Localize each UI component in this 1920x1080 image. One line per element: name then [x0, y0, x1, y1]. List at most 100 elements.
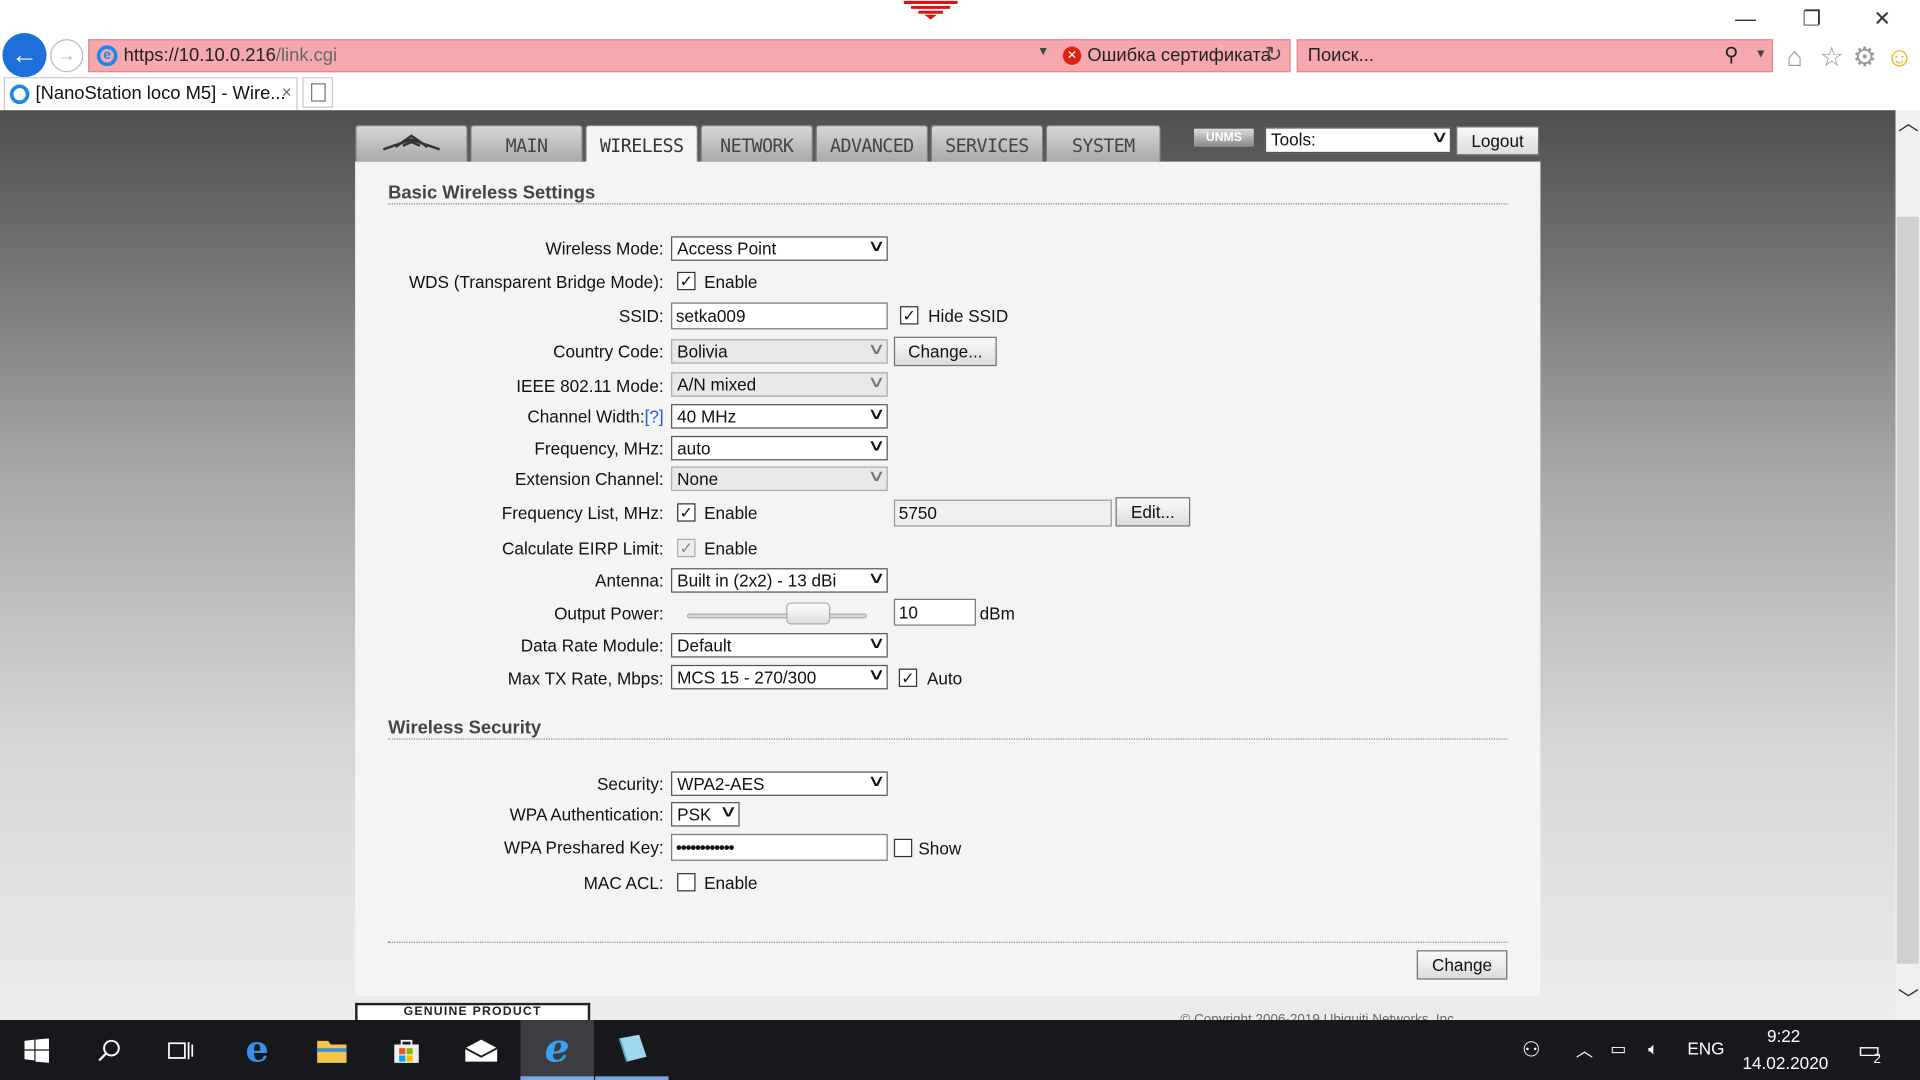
channel-width-text: Channel Width:: [527, 406, 645, 427]
chevron-down-icon: ∨: [1430, 127, 1450, 146]
search-input[interactable]: Поиск... ⚲ ▼: [1296, 39, 1774, 73]
page-footer: GENUINE PRODUCT © Copyright 2006-2019 Ub…: [355, 998, 1580, 1027]
store-app[interactable]: [370, 1020, 443, 1080]
file-explorer-app[interactable]: [295, 1020, 368, 1080]
frequency-list-input[interactable]: 5750: [893, 499, 1112, 527]
wds-label: WDS (Transparent Bridge Mode):: [408, 271, 664, 292]
max-tx-rate-select[interactable]: MCS 15 - 270/300 ∨: [671, 664, 888, 690]
search-icon[interactable]: ⚲: [1724, 43, 1738, 67]
scrollbar[interactable]: ︿ ﹀: [1895, 110, 1920, 1021]
tab-ubnt-logo[interactable]: [355, 124, 468, 162]
data-rate-module-select[interactable]: Default ∨: [671, 633, 888, 658]
hide-ssid-checkbox[interactable]: ✓: [900, 306, 919, 325]
close-icon[interactable]: ✕: [1873, 7, 1890, 31]
clock-date[interactable]: 14.02.2020: [1742, 1053, 1828, 1073]
antenna-label: Antenna:: [595, 570, 664, 591]
edge-app[interactable]: e: [220, 1020, 293, 1080]
security-value: WPA2-AES: [677, 773, 765, 794]
unms-badge[interactable]: UNMS: [1192, 127, 1256, 149]
search-icon: [98, 1039, 120, 1061]
tab-services[interactable]: SERVICES: [930, 124, 1044, 162]
max-tx-auto-checkbox[interactable]: ✓: [898, 668, 918, 687]
minimize-icon[interactable]: —: [1735, 7, 1756, 31]
home-icon[interactable]: ⌂: [1787, 42, 1803, 74]
start-button[interactable]: [0, 1020, 73, 1080]
cert-error-label[interactable]: Ошибка сертификата: [1087, 45, 1271, 66]
frequency-label: Frequency, MHz:: [534, 438, 664, 458]
change-button[interactable]: Change: [1416, 950, 1508, 980]
security-select[interactable]: WPA2-AES ∨: [671, 771, 888, 796]
tools-value: Tools:: [1271, 129, 1316, 150]
antenna-select[interactable]: Built in (2x2) - 13 dBi ∨: [671, 568, 888, 593]
language-indicator[interactable]: ENG: [1687, 1038, 1724, 1058]
internet-explorer-app[interactable]: e: [520, 1020, 594, 1080]
putty-app[interactable]: [595, 1020, 669, 1080]
scrollbar-thumb[interactable]: [1896, 216, 1919, 964]
tab-network[interactable]: NETWORK: [700, 124, 814, 162]
people-icon[interactable]: ⚇: [1522, 1038, 1541, 1062]
divider: [388, 738, 1508, 740]
clock-time[interactable]: 9:22: [1767, 1026, 1800, 1046]
new-tab-button[interactable]: [302, 77, 334, 108]
forward-button[interactable]: →: [50, 39, 84, 73]
volume-icon[interactable]: 🔈︎: [1648, 1038, 1658, 1059]
psk-show-checkbox[interactable]: [893, 838, 913, 858]
wpa-auth-label: WPA Authentication:: [509, 804, 664, 825]
frequency-select[interactable]: auto ∨: [671, 435, 888, 461]
cert-error-icon[interactable]: ✕: [1062, 46, 1082, 65]
chevron-down-icon[interactable]: ▼: [1037, 45, 1049, 58]
browser-tab[interactable]: [NanoStation loco M5] - Wire... ×: [3, 77, 298, 111]
mail-app[interactable]: [444, 1020, 517, 1080]
tools-select[interactable]: Tools: ∨: [1264, 127, 1452, 154]
tab-wireless[interactable]: WIRELESS: [585, 124, 698, 163]
store-icon: [394, 1039, 419, 1063]
chevron-down-icon[interactable]: ▼: [1755, 48, 1767, 61]
address-bar[interactable]: e https://10.10.0.216/link.cgi ▼ ✕ Ошибк…: [88, 39, 1291, 73]
gear-icon[interactable]: ⚙: [1853, 42, 1877, 74]
logout-button[interactable]: Logout: [1455, 126, 1540, 156]
channel-width-label: Channel Width:[?]: [527, 407, 663, 427]
back-button[interactable]: ←: [2, 33, 47, 78]
output-power-slider-track[interactable]: [686, 613, 867, 619]
chevron-up-icon[interactable]: ︿: [1576, 1038, 1593, 1062]
search-button[interactable]: [72, 1020, 145, 1080]
chevron-down-icon: ∨: [867, 568, 887, 587]
ubnt-logo-icon: [382, 134, 440, 151]
ssid-input[interactable]: setka009: [671, 302, 888, 330]
max-tx-auto-label: Auto: [926, 668, 963, 689]
restore-icon[interactable]: ❐: [1802, 7, 1821, 31]
mac-acl-checkbox[interactable]: [677, 873, 696, 892]
wpa-auth-select[interactable]: PSK ∨: [671, 802, 740, 827]
chevron-down-icon: ∨: [867, 339, 887, 358]
frequency-list-checkbox[interactable]: ✓: [677, 503, 696, 522]
chevron-down-icon: ∨: [867, 372, 887, 391]
channel-width-select[interactable]: 40 MHz ∨: [671, 404, 888, 429]
chevron-up-icon[interactable]: ︿: [1898, 105, 1919, 136]
windows-icon: [24, 1037, 49, 1063]
eirp-checkbox: ✓: [677, 538, 696, 558]
settings-panel: Basic Wireless Settings Wireless Mode: A…: [355, 161, 1541, 996]
task-view-icon: [168, 1041, 194, 1059]
country-code-label: Country Code:: [553, 341, 664, 362]
psk-input[interactable]: ••••••••••••: [671, 833, 888, 861]
smiley-icon[interactable]: ☺: [1886, 42, 1914, 74]
folder-icon: [317, 1040, 347, 1063]
channel-width-help-link[interactable]: [?]: [645, 407, 664, 427]
tab-system[interactable]: SYSTEM: [1045, 124, 1161, 162]
tab-main[interactable]: MAIN: [470, 124, 583, 162]
wds-checkbox[interactable]: ✓: [677, 271, 696, 291]
task-view-button[interactable]: [144, 1020, 217, 1080]
favorites-star-icon[interactable]: ☆: [1820, 42, 1844, 74]
tab-advanced[interactable]: ADVANCED: [815, 124, 929, 162]
url-path: /link.cgi: [275, 45, 338, 67]
refresh-icon[interactable]: ↻: [1265, 43, 1282, 67]
chevron-down-icon: ∨: [867, 404, 887, 423]
wireless-mode-select[interactable]: Access Point ∨: [671, 236, 888, 261]
frequency-list-edit-button[interactable]: Edit...: [1115, 497, 1191, 527]
chevron-down-icon[interactable]: ﹀: [1898, 982, 1919, 1013]
country-change-button[interactable]: Change...: [893, 336, 997, 367]
tab-close-icon[interactable]: ×: [282, 82, 292, 102]
output-power-input[interactable]: 10: [893, 598, 976, 626]
network-icon[interactable]: ▭: [1610, 1038, 1626, 1059]
output-power-slider-handle[interactable]: [786, 602, 831, 625]
